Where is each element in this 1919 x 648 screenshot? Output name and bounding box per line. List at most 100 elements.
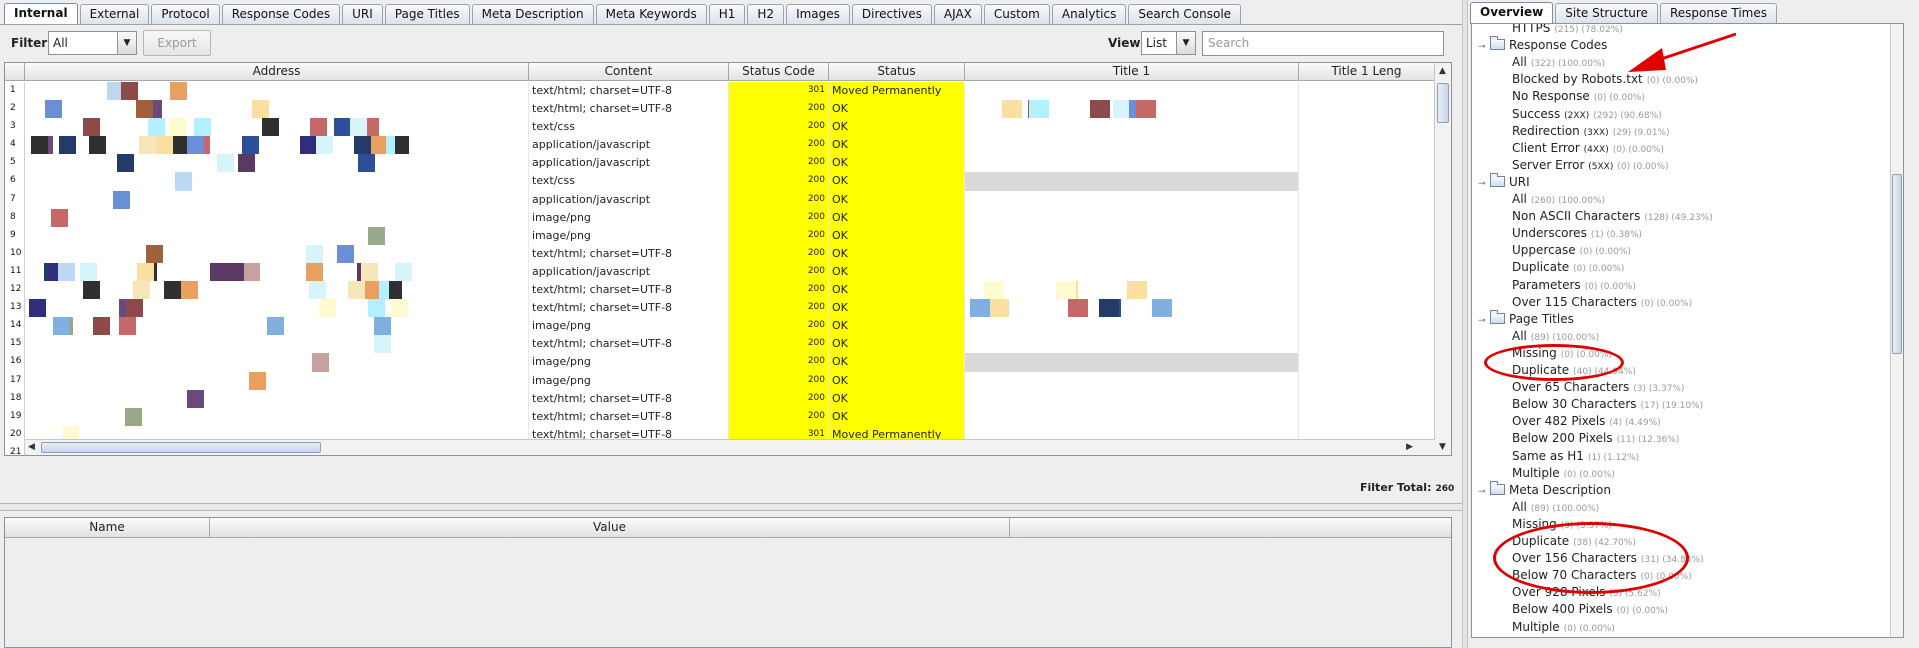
table-row[interactable]: 15 text/html; charset=UTF-8 200 OK [5, 335, 1435, 354]
tree-item-multiple[interactable]: Multiple (0) (0.00%) [1512, 465, 1615, 482]
tab-ajax[interactable]: AJAX [933, 4, 982, 24]
table-row[interactable]: 17 image/png 200 OK [5, 371, 1435, 390]
tree-item-non-ascii-characters[interactable]: Non ASCII Characters (128) (49.23%) [1512, 208, 1713, 225]
tree-item-below-30-characters[interactable]: Below 30 Characters (17) (19.10%) [1512, 396, 1703, 413]
view-dropdown[interactable]: List ▼ [1141, 31, 1196, 55]
tree-group-page-titles[interactable]: ⊸ Page Titles [1478, 309, 1574, 330]
table-row[interactable]: 19 text/html; charset=UTF-8 200 OK [5, 407, 1435, 426]
tree-group-response-codes[interactable]: ⊸ Response Codes [1478, 36, 1607, 56]
tab-analytics[interactable]: Analytics [1051, 4, 1127, 24]
status-code-cell: 200 [729, 317, 829, 336]
table-row[interactable]: 13 text/html; charset=UTF-8 200 OK [5, 299, 1435, 318]
tab-protocol[interactable]: Protocol [151, 4, 220, 24]
redaction-block [113, 190, 130, 209]
table-row[interactable]: 9 image/png 200 OK [5, 226, 1435, 245]
vertical-splitter[interactable] [1462, 0, 1468, 648]
export-button[interactable]: Export [143, 30, 211, 56]
tree-item-over-65-characters[interactable]: Over 65 Characters (3) (3.37%) [1512, 379, 1685, 396]
tree-item-over-115-characters[interactable]: Over 115 Characters (0) (0.00%) [1512, 294, 1692, 311]
redaction-block [1127, 281, 1147, 300]
tree-item-client-error[interactable]: Client Error (4XX) (0) (0.00%) [1512, 140, 1664, 157]
tree-item-all[interactable]: All (322) (100.00%) [1512, 54, 1605, 71]
table-row[interactable]: 16 image/png 200 OK [5, 353, 1435, 372]
tree-item-over-482-pixels[interactable]: Over 482 Pixels (4) (4.49%) [1512, 413, 1661, 430]
tab-h2[interactable]: H2 [747, 4, 785, 24]
tab-uri[interactable]: URI [342, 4, 383, 24]
arrow-left-icon[interactable]: ◀ [28, 442, 35, 452]
tab-overview[interactable]: Overview [1470, 2, 1554, 24]
tree-item-below-400-pixels[interactable]: Below 400 Pixels (0) (0.00%) [1512, 601, 1668, 618]
scrollbar-thumb[interactable] [1892, 174, 1902, 354]
tab-custom[interactable]: Custom [983, 4, 1050, 24]
table-row[interactable]: 14 image/png 200 OK [5, 317, 1435, 336]
collapse-toggle-icon[interactable]: ⊸ [1478, 313, 1487, 330]
tree-item-server-error[interactable]: Server Error (5XX) (0) (0.00%) [1512, 157, 1669, 174]
table-row[interactable]: 11 application/javascript 200 OK [5, 262, 1435, 282]
table-vertical-scrollbar[interactable]: ▲ ▼ [1434, 63, 1451, 455]
tab-directives[interactable]: Directives [851, 4, 932, 24]
tab-meta-keywords[interactable]: Meta Keywords [595, 4, 707, 24]
tab-response-codes[interactable]: Response Codes [221, 4, 341, 24]
column-header-title-1[interactable]: Title 1 [965, 63, 1299, 81]
collapse-toggle-icon[interactable]: ⊸ [1478, 176, 1487, 193]
tree-item-all[interactable]: All (89) (100.00%) [1512, 499, 1599, 516]
tree-item-same-as-h1[interactable]: Same as H1 (1) (1.12%) [1512, 448, 1639, 465]
column-header-value[interactable]: Value [210, 518, 1010, 538]
table-row[interactable]: 3 text/css 200 OK [5, 118, 1435, 137]
tree-item-underscores[interactable]: Underscores (1) (0.38%) [1512, 225, 1642, 242]
tab-h1[interactable]: H1 [708, 4, 746, 24]
row-number: 19 [5, 407, 25, 426]
tab-external[interactable]: External [79, 4, 150, 24]
tree-item-all[interactable]: All (260) (100.00%) [1512, 191, 1605, 208]
arrow-up-icon[interactable]: ▲ [1439, 66, 1446, 76]
tree-group-uri[interactable]: ⊸ URI [1478, 172, 1530, 193]
column-header-status-code[interactable]: Status Code [729, 63, 829, 81]
arrow-down-icon[interactable]: ▼ [1439, 442, 1446, 452]
arrow-right-icon[interactable]: ▶ [1406, 442, 1413, 452]
table-row[interactable]: 2 text/html; charset=UTF-8 200 OK [5, 100, 1435, 119]
table-row[interactable]: 8 image/png 200 OK [5, 208, 1435, 227]
tree-item-multiple[interactable]: Multiple (0) (0.00%) [1512, 619, 1615, 636]
pane-splitter[interactable] [0, 503, 1462, 511]
table-horizontal-scrollbar[interactable]: ◀ ▶ [25, 439, 1435, 455]
tab-meta-description[interactable]: Meta Description [471, 4, 594, 24]
tree-item-all[interactable]: All (89) (100.00%) [1512, 328, 1599, 345]
tree-item-below-200-pixels[interactable]: Below 200 Pixels (11) (12.36%) [1512, 430, 1679, 447]
tree-vertical-scrollbar[interactable] [1890, 24, 1903, 637]
table-row[interactable]: 12 text/html; charset=UTF-8 200 OK [5, 281, 1435, 300]
search-input[interactable]: Search [1202, 31, 1444, 56]
tab-site-structure[interactable]: Site Structure [1555, 3, 1658, 23]
tab-internal[interactable]: Internal [4, 3, 78, 25]
tree-item-no-response[interactable]: No Response (0) (0.00%) [1512, 88, 1645, 105]
table-row[interactable]: 1 text/html; charset=UTF-8 301 Moved Perman… [5, 82, 1435, 101]
table-row[interactable]: 10 text/html; charset=UTF-8 200 OK [5, 244, 1435, 263]
tab-page-titles[interactable]: Page Titles [384, 4, 470, 24]
table-row[interactable]: 4 application/javascript 200 OK [5, 136, 1435, 155]
collapse-toggle-icon[interactable]: ⊸ [1478, 39, 1487, 56]
tree-item-https[interactable]: HTTPS (215) (78.02%) [1512, 24, 1623, 37]
column-header-name[interactable]: Name [5, 518, 210, 538]
column-header-title-1-length[interactable]: Title 1 Leng [1299, 63, 1435, 81]
column-header-status[interactable]: Status [829, 63, 965, 81]
title-length-cell [1299, 244, 1435, 263]
tab-response-times[interactable]: Response Times [1659, 3, 1778, 23]
table-row[interactable]: 18 text/html; charset=UTF-8 200 OK [5, 389, 1435, 408]
table-row[interactable]: 7 application/javascript 200 OK [5, 190, 1435, 209]
tree-group-meta-description[interactable]: ⊸ Meta Description [1478, 480, 1611, 501]
scrollbar-thumb[interactable] [1437, 83, 1449, 123]
status-code-cell: 200 [729, 136, 829, 155]
tab-search-console[interactable]: Search Console [1128, 4, 1242, 24]
collapse-toggle-icon[interactable]: ⊸ [1478, 484, 1487, 501]
column-header-content[interactable]: Content [529, 63, 729, 81]
scrollbar-thumb[interactable] [41, 442, 321, 453]
tree-item-redirection[interactable]: Redirection (3XX) (29) (9.01%) [1512, 123, 1670, 140]
table-row[interactable]: 6 text/css 200 OK [5, 172, 1435, 191]
column-header-address[interactable]: Address [25, 63, 529, 81]
tree-item-uppercase[interactable]: Uppercase (0) (0.00%) [1512, 242, 1631, 259]
filter-dropdown[interactable]: All ▼ [48, 31, 137, 55]
tab-images[interactable]: Images [786, 4, 850, 24]
tree-item-success[interactable]: Success (2XX) (292) (90.68%) [1512, 106, 1662, 123]
tree-item-parameters[interactable]: Parameters (0) (0.00%) [1512, 277, 1636, 294]
tree-item-duplicate[interactable]: Duplicate (0) (0.00%) [1512, 259, 1624, 276]
table-row[interactable]: 5 application/javascript 200 OK [5, 154, 1435, 173]
